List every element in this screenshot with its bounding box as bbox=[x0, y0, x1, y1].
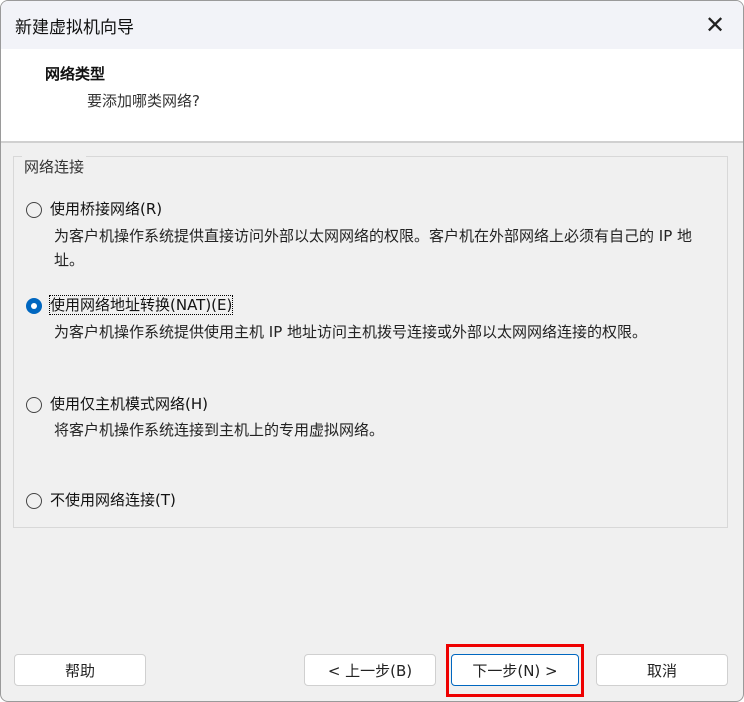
title-bar: 新建虚拟机向导 ✕ bbox=[1, 1, 743, 49]
option-label: 使用仅主机模式网络(H) bbox=[50, 395, 208, 413]
radio-bridged[interactable]: 使用桥接网络(R) bbox=[26, 198, 162, 219]
radio-icon[interactable] bbox=[26, 201, 42, 218]
page-subtitle: 要添加哪类网络? bbox=[87, 92, 200, 110]
radio-icon[interactable] bbox=[26, 492, 42, 509]
option-description: 为客户机操作系统提供直接访问外部以太网网络的权限。客户机在外部网络上必须有自己的… bbox=[54, 227, 693, 269]
header-panel: 网络类型 要添加哪类网络? bbox=[1, 49, 743, 143]
cancel-button[interactable]: 取消 bbox=[596, 654, 728, 686]
radio-no-network[interactable]: 不使用网络连接(T) bbox=[26, 489, 176, 510]
option-description: 为客户机操作系统提供使用主机 IP 地址访问主机拨号连接或外部以太网网络连接的权… bbox=[54, 323, 648, 341]
radio-selected-icon[interactable] bbox=[26, 297, 42, 314]
option-label: 使用桥接网络(R) bbox=[50, 200, 163, 218]
option-label: 使用网络地址转换(NAT)(E) bbox=[48, 295, 234, 315]
back-button[interactable]: < 上一步(B) bbox=[304, 654, 436, 686]
page-title: 网络类型 bbox=[45, 65, 106, 83]
radio-nat[interactable]: 使用网络地址转换(NAT)(E) bbox=[26, 294, 234, 315]
highlight-box bbox=[446, 644, 584, 697]
radio-icon[interactable] bbox=[26, 396, 42, 413]
window-title: 新建虚拟机向导 bbox=[15, 18, 134, 38]
option-label: 不使用网络连接(T) bbox=[50, 491, 176, 509]
group-label: 网络连接 bbox=[22, 156, 87, 177]
radio-host-only[interactable]: 使用仅主机模式网络(H) bbox=[26, 393, 208, 414]
help-button[interactable]: 帮助 bbox=[14, 654, 146, 686]
close-icon[interactable]: ✕ bbox=[697, 7, 733, 43]
option-description: 将客户机操作系统连接到主机上的专用虚拟网络。 bbox=[54, 421, 385, 439]
